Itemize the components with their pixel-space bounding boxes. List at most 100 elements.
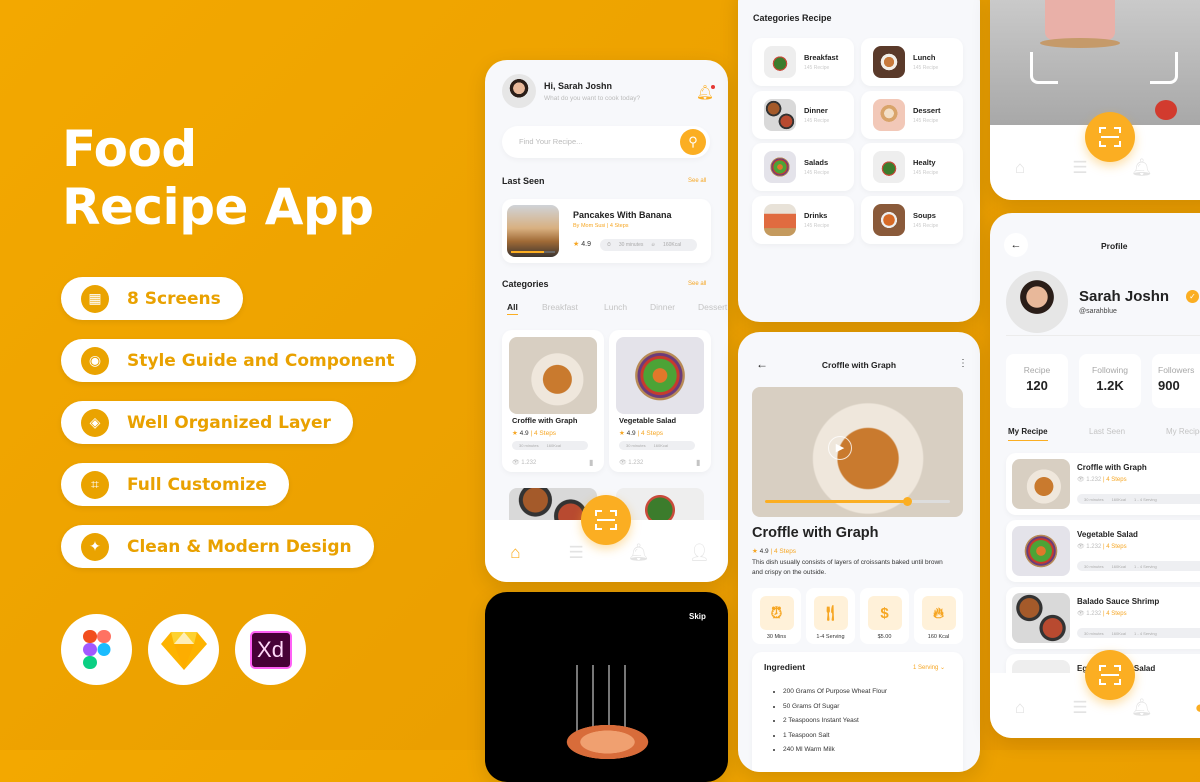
user-icon[interactable]	[1191, 159, 1200, 177]
home-icon[interactable]: ⌂	[506, 544, 524, 562]
tab-dinner[interactable]: Dinner	[650, 302, 675, 312]
last-seen-card[interactable]: Pancakes With Banana By Mom Susi | 4 Ste…	[502, 199, 711, 263]
feature-pill: ✦ Clean & Modern Design	[61, 525, 374, 568]
category-card[interactable]: Lunch 145 Recipe	[861, 38, 963, 86]
profile-handle: @sarahblue	[1079, 308, 1117, 315]
tab-my-recipe[interactable]: My Recipe	[1008, 427, 1048, 441]
figma-logo	[61, 614, 132, 685]
list-icon[interactable]: ☰	[1071, 158, 1089, 177]
alarm-clock-icon: ⏰︎	[759, 596, 794, 630]
scan-frame	[1030, 52, 1058, 84]
page-title: Croffle with Graph	[821, 360, 897, 370]
bookmark-icon[interactable]: ▮	[589, 458, 593, 467]
user-icon[interactable]: ●	[1191, 698, 1200, 717]
user-icon[interactable]: 👤︎	[689, 544, 711, 562]
section-title: Last Seen	[502, 176, 545, 186]
category-card[interactable]: Dinner 145 Recipe	[752, 91, 854, 139]
star-icon: ★	[573, 241, 580, 248]
skip-button[interactable]: Skip	[689, 612, 706, 621]
grid-icon: ▦	[81, 284, 109, 313]
serving-select[interactable]: 1 Serving ⌄	[913, 664, 945, 671]
profile-name: Sarah Joshn	[1079, 288, 1170, 305]
tab-breakfast[interactable]: Breakfast	[542, 302, 578, 312]
see-all-link[interactable]: See all	[688, 281, 706, 287]
category-card[interactable]: Breakfast 145 Recipe	[752, 38, 854, 86]
recipe-card[interactable]: Vegetable Salad ★ 4.9 | 4 Steps 30 minut…	[609, 330, 711, 472]
scan-icon	[1099, 127, 1121, 147]
recipe-title: Croffle with Graph	[752, 525, 879, 541]
search-button[interactable]: ⚲	[680, 129, 706, 155]
greeting: Hi, Sarah Joshn	[544, 81, 613, 91]
video-progress[interactable]	[765, 497, 950, 506]
recipe-list-item[interactable]: Balado Sauce Shrimp 👁︎ 1.232 | 4 Steps 30 …	[1006, 587, 1200, 649]
greeting-subtitle: What do you want to cook today?	[544, 95, 641, 102]
recipe-image	[507, 205, 559, 257]
tab-last-seen[interactable]: Last Seen	[1089, 427, 1125, 436]
fire-icon: 🔥︎	[921, 596, 956, 630]
scan-screen: ⌂ ☰ 🔔︎	[990, 0, 1200, 200]
see-all-link[interactable]: See all	[688, 178, 706, 184]
stat-following[interactable]: Following 1.2K	[1079, 354, 1141, 408]
list-icon[interactable]: ☰	[1071, 698, 1089, 717]
category-card[interactable]: Salads 145 Recipe	[752, 143, 854, 191]
scan-button[interactable]	[1085, 650, 1135, 700]
scan-icon	[595, 510, 617, 530]
stat-card: 🔥︎ 160 Kcal	[914, 588, 963, 644]
crop-icon: ⌗	[81, 470, 109, 499]
star-icon: ★	[619, 430, 625, 437]
home-icon[interactable]: ⌂	[1011, 158, 1029, 177]
recipe-card[interactable]: Croffle with Graph ★ 4.9 | 4 Steps 30 mi…	[502, 330, 604, 472]
camera-view	[990, 0, 1200, 125]
tab-all[interactable]: All	[507, 302, 518, 315]
scan-icon	[1099, 665, 1121, 685]
bell-icon[interactable]: 🔔︎	[696, 84, 715, 101]
back-arrow-icon[interactable]: ←	[1004, 233, 1028, 257]
feature-pill: ◉ Style Guide and Component	[61, 339, 417, 382]
recipe-image	[616, 337, 704, 414]
category-card[interactable]: Drinks 145 Recipe	[752, 196, 854, 244]
category-card[interactable]: Dessert 145 Recipe	[861, 91, 963, 139]
bell-icon[interactable]: 🔔︎	[1131, 158, 1153, 177]
feature-pill: ◈ Well Organized Layer	[61, 401, 353, 444]
more-icon[interactable]: ⋮	[958, 358, 968, 369]
tab-lunch[interactable]: Lunch	[604, 302, 627, 312]
stat-card: $ $5.00	[860, 588, 909, 644]
stat-card: ⏰︎ 30 Mins	[752, 588, 801, 644]
page-title: Categories Recipe	[753, 13, 832, 23]
play-icon[interactable]: ▶	[827, 436, 852, 461]
category-card[interactable]: Soups 145 Recipe	[861, 196, 963, 244]
clock-icon: ⏱	[607, 242, 611, 248]
followers-label: Followers	[1158, 365, 1195, 375]
recipe-video[interactable]: ▶	[752, 387, 963, 517]
eye-icon: 👁︎	[1077, 611, 1085, 617]
categories-screen: Categories Recipe Breakfast 145 Recipe Lu…	[738, 0, 980, 322]
search-input[interactable]: Find Your Recipe... ⚲	[502, 126, 710, 158]
avatar[interactable]	[502, 74, 536, 108]
palette-icon: ◉	[81, 346, 109, 375]
profile-screen: ← Profile Sarah Joshn ✓ @sarahblue Recip…	[990, 213, 1200, 738]
home-screen: Hi, Sarah Joshn What do you want to cook…	[485, 60, 728, 582]
home-icon[interactable]: ⌂	[1011, 698, 1029, 717]
stat-recipe: Recipe 120	[1006, 354, 1068, 408]
tab-dessert[interactable]: Dessert	[698, 302, 727, 312]
scan-button[interactable]	[581, 495, 631, 545]
scan-button[interactable]	[1085, 112, 1135, 162]
chevron-down-icon: ⌄	[940, 665, 946, 671]
fork-knife-icon: 🍴︎	[813, 596, 848, 630]
bell-icon[interactable]: 🔔︎	[628, 544, 650, 562]
recipe-list-item[interactable]: Vegetable Salad 👁︎ 1.232 | 4 Steps 30 minu…	[1006, 520, 1200, 582]
stat-followers[interactable]: Followers 900	[1152, 354, 1200, 408]
bell-icon[interactable]: 🔔︎	[1131, 698, 1153, 717]
list-icon[interactable]: ☰	[567, 544, 585, 562]
feature-pill: ⌗ Full Customize	[61, 463, 289, 506]
recipe-list-item[interactable]: Croffle with Graph 👁︎ 1.232 | 4 Steps 30 m…	[1006, 453, 1200, 515]
recipe-detail-screen: ← Croffle with Graph ⋮ ▶ Croffle with Gr…	[738, 332, 980, 772]
bookmark-icon[interactable]: ▮	[696, 458, 700, 467]
recipe-description: This dish usually consists of layers of …	[752, 559, 943, 576]
onboarding-screen: Skip	[485, 592, 728, 782]
layers-icon: ◈	[81, 408, 109, 437]
category-card[interactable]: Healty 145 Recipe	[861, 143, 963, 191]
page-title: Profile	[1101, 241, 1128, 251]
tab-my-recipe-2[interactable]: My Recipe	[1166, 427, 1200, 436]
eye-icon: 👁︎	[1077, 477, 1085, 483]
